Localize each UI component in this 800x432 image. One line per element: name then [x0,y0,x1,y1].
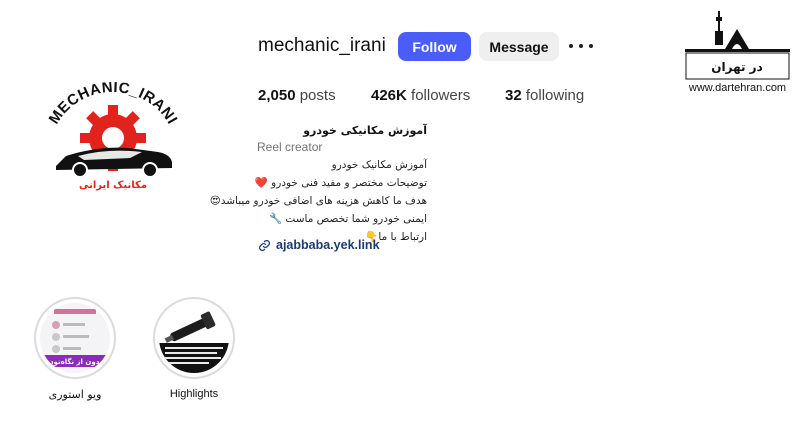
dartehran-url: www.dartehran.com [688,82,787,94]
more-options-icon[interactable] [569,38,593,54]
highlight-label: Highlights [169,388,219,400]
profile-avatar[interactable]: MECHANIC_IRANI مکانیک ایرانی [38,82,188,196]
following-stat[interactable]: 32 following [505,87,584,104]
following-count: 32 [505,87,522,104]
highlight-thumbnail [159,303,229,373]
bio-line: توضیحات مختصر و مفید فنی خودرو ❤️ [254,177,427,189]
highlight-label: ویو استوری [48,388,102,401]
highlight-item[interactable] [153,297,235,379]
tehran-skyline-icon: در تهران [685,11,790,80]
story-preview-icon: بدون از نگاه‌نون [40,303,110,373]
posts-label: posts [299,87,336,104]
bio-link[interactable]: ajabbaba.yek.link [258,237,380,253]
bio-line: ایمنی خودرو شما تخصص ماست 🔧 [269,213,427,225]
mechanic-logo-icon: MECHANIC_IRANI مکانیک ایرانی [46,82,181,191]
posts-stat: 2,050 posts [258,87,336,104]
followers-stat[interactable]: 426K followers [371,87,470,104]
posts-count: 2,050 [258,87,296,104]
followers-label: followers [411,87,471,104]
highlight-thumbnail: بدون از نگاه‌نون [40,303,110,373]
follow-button[interactable]: Follow [398,32,471,61]
profile-username: mechanic_irani [258,35,386,56]
bio-line: آموزش مکانیک خودرو [331,159,427,171]
svg-text:در تهران: در تهران [711,60,763,74]
followers-count: 426K [371,87,407,104]
following-label: following [525,87,585,104]
svg-text:مکانیک ایرانی: مکانیک ایرانی [79,180,147,191]
sensor-part-icon [159,303,229,373]
message-button[interactable]: Message [479,32,559,61]
profile-bio: آموزش مکانیکی خودرو Reel creator آموزش م… [209,122,427,246]
highlight-story-view[interactable]: بدون از نگاه‌نون [34,297,116,379]
link-icon [259,239,270,251]
bio-line: هدف ما کاهش هزینه های اضافی خودرو میباشد… [209,195,427,207]
svg-text:بدون از نگاه‌نون: بدون از نگاه‌نون [48,357,103,366]
bio-category: Reel creator [257,140,323,154]
bio-link-text[interactable]: ajabbaba.yek.link [276,238,380,252]
bio-name: آموزش مکانیکی خودرو [303,124,427,137]
